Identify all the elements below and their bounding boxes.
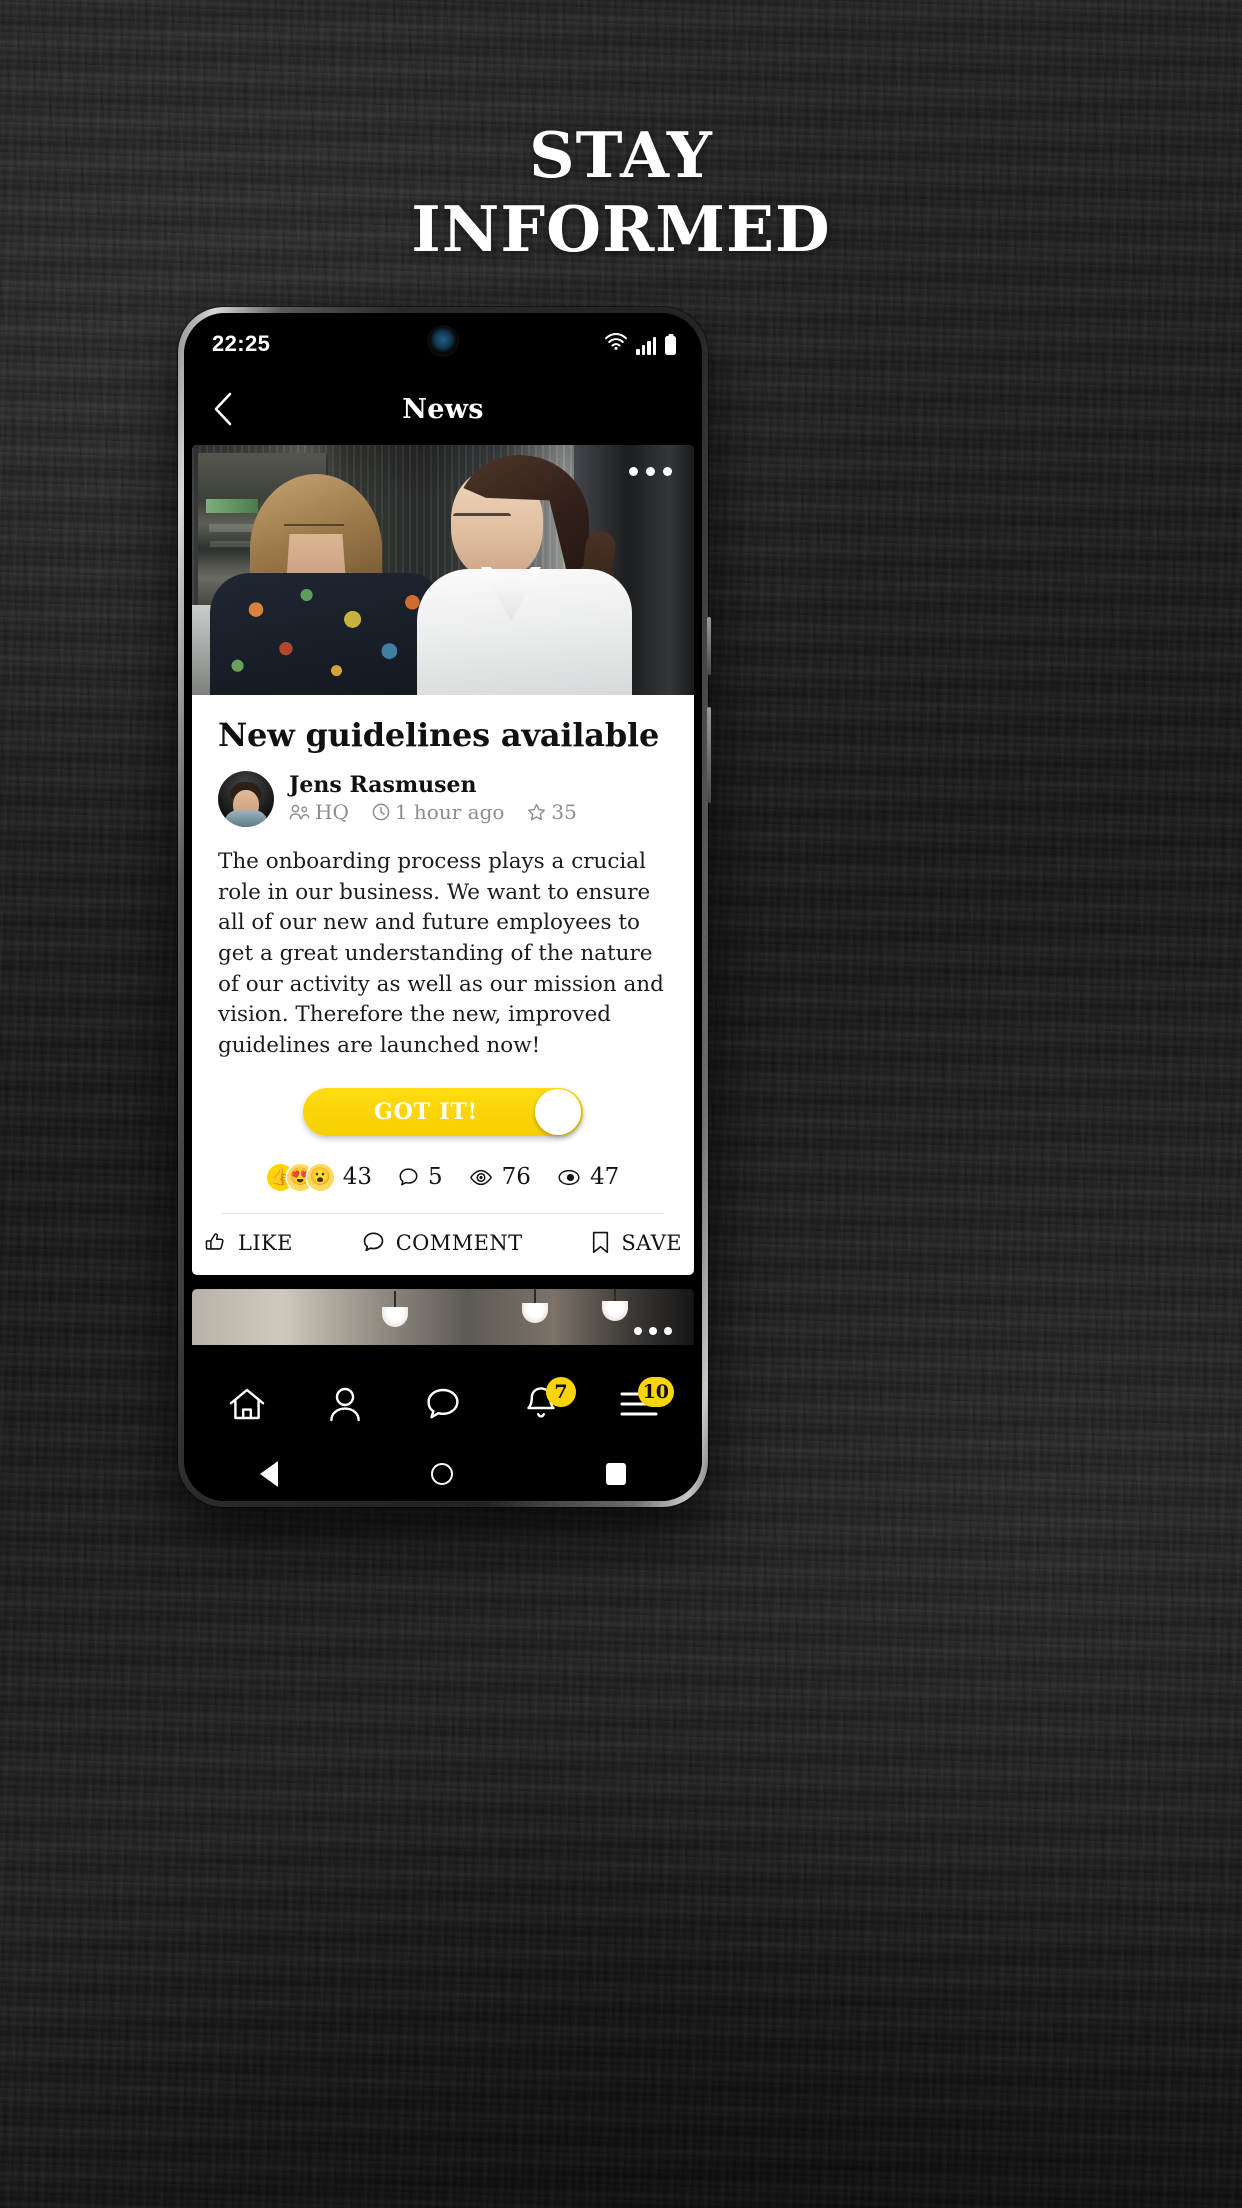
more-horizontal-icon-dot bbox=[663, 467, 672, 476]
meta-star-count: 35 bbox=[551, 800, 577, 825]
like-button[interactable]: LIKE bbox=[204, 1231, 293, 1255]
more-horizontal-icon-dot bbox=[634, 1326, 642, 1335]
views-count[interactable]: 76 bbox=[469, 1164, 531, 1190]
square-recents-icon[interactable] bbox=[605, 1463, 626, 1485]
page-title: News bbox=[402, 393, 484, 425]
circle-home-icon[interactable] bbox=[430, 1463, 453, 1485]
bookmark-icon bbox=[591, 1231, 610, 1254]
like-label: LIKE bbox=[238, 1230, 293, 1255]
triangle-back-icon[interactable] bbox=[260, 1461, 279, 1487]
author-name: Jens Rasmusen bbox=[289, 772, 477, 799]
comments-count[interactable]: 5 bbox=[398, 1164, 443, 1190]
article-text: The onboarding process plays a crucial r… bbox=[218, 848, 664, 1059]
reaction-stats-row: 👍 😍 😮 43 5 76 47 bbox=[218, 1163, 668, 1191]
battery-icon bbox=[665, 336, 676, 355]
avatar[interactable] bbox=[218, 770, 274, 827]
promo-headline: STAY INFORMED bbox=[0, 118, 1242, 267]
reactions-count-label: 43 bbox=[342, 1164, 373, 1191]
status-bar: 22:25 bbox=[184, 313, 702, 375]
read-receipt-icon bbox=[557, 1168, 581, 1187]
hero-person-right bbox=[417, 455, 632, 695]
hero-person-left bbox=[210, 474, 440, 695]
article-more-button[interactable] bbox=[629, 467, 672, 476]
reads-count-label: 47 bbox=[589, 1164, 620, 1191]
got-it-slider-button[interactable]: GOT IT! bbox=[303, 1087, 583, 1136]
android-navigation-bar bbox=[184, 1447, 702, 1501]
comments-count-label: 5 bbox=[428, 1164, 443, 1191]
pendant-lamp bbox=[602, 1300, 628, 1321]
meta-group: HQ bbox=[289, 800, 349, 824]
article-hero-image bbox=[192, 445, 694, 695]
star-icon bbox=[527, 803, 546, 822]
article-body-container: New guidelines available Jens Rasmusen H… bbox=[192, 695, 694, 1214]
home-icon bbox=[228, 1386, 266, 1427]
news-card[interactable]: New guidelines available Jens Rasmusen H… bbox=[192, 445, 694, 1275]
bottom-navigation: 7 10 bbox=[184, 1365, 702, 1447]
slider-knob[interactable] bbox=[535, 1088, 581, 1135]
chevron-left-icon bbox=[213, 392, 233, 426]
sidebar-item-profile[interactable] bbox=[314, 1375, 376, 1437]
menu-badge: 10 bbox=[637, 1377, 674, 1407]
meta-group-label: HQ bbox=[315, 800, 349, 825]
clock-icon bbox=[372, 803, 390, 821]
reactions-count[interactable]: 👍 😍 😮 43 bbox=[266, 1163, 373, 1191]
save-button[interactable]: SAVE bbox=[591, 1231, 682, 1255]
more-horizontal-icon-dot bbox=[646, 467, 655, 476]
phone-side-button-volume bbox=[707, 617, 711, 675]
surprised-emoji: 😮 bbox=[306, 1163, 334, 1191]
eye-icon bbox=[469, 1168, 493, 1187]
status-bar-clock: 22:25 bbox=[212, 331, 271, 356]
signal-bars-icon bbox=[636, 337, 656, 355]
cta-container: GOT IT! bbox=[218, 1087, 668, 1136]
reads-count[interactable]: 47 bbox=[557, 1164, 619, 1190]
news-feed[interactable]: New guidelines available Jens Rasmusen H… bbox=[184, 443, 702, 1501]
chat-bubble-icon bbox=[425, 1387, 461, 1426]
app-bar: News bbox=[184, 375, 702, 443]
got-it-label: GOT IT! bbox=[374, 1098, 478, 1125]
more-horizontal-icon-dot bbox=[649, 1326, 657, 1335]
views-count-label: 76 bbox=[501, 1164, 531, 1191]
comment-button[interactable]: COMMENT bbox=[362, 1231, 523, 1255]
headline-line-1: STAY bbox=[529, 118, 713, 192]
meta-time-label: 1 hour ago bbox=[394, 800, 505, 825]
next-article-more-button[interactable] bbox=[634, 1326, 672, 1335]
meta-time: 1 hour ago bbox=[372, 800, 505, 825]
meta-star: 35 bbox=[527, 800, 577, 825]
article-title: New guidelines available bbox=[218, 716, 660, 754]
next-news-card[interactable] bbox=[192, 1288, 694, 1345]
status-bar-icons bbox=[605, 332, 676, 355]
phone-mockup: 22:25 News New guidelines available Jens… bbox=[178, 307, 711, 1507]
author-row[interactable]: Jens Rasmusen HQ 1 hour ago 35 bbox=[218, 770, 668, 827]
people-icon bbox=[289, 804, 310, 820]
pendant-lamp bbox=[522, 1302, 548, 1323]
phone-screen: 22:25 News New guidelines available Jens… bbox=[184, 313, 702, 1501]
phone-side-button-power bbox=[707, 707, 711, 803]
wifi-icon bbox=[605, 332, 628, 355]
save-label: SAVE bbox=[621, 1230, 682, 1255]
sidebar-item-menu[interactable]: 10 bbox=[608, 1375, 674, 1437]
more-horizontal-icon-dot bbox=[629, 467, 638, 476]
comment-bubble-icon bbox=[398, 1167, 419, 1188]
front-camera-punch-hole bbox=[429, 327, 457, 355]
pendant-lamp bbox=[382, 1306, 408, 1327]
article-meta: HQ 1 hour ago 35 bbox=[289, 800, 577, 824]
notifications-badge: 7 bbox=[546, 1377, 576, 1407]
comment-label: COMMENT bbox=[395, 1230, 523, 1255]
sidebar-item-notifications[interactable]: 7 bbox=[510, 1375, 576, 1437]
emoji-reactions: 👍 😍 😮 bbox=[266, 1163, 334, 1191]
comment-bubble-icon bbox=[362, 1231, 385, 1254]
thumbs-up-icon bbox=[204, 1231, 227, 1254]
author-info: Jens Rasmusen HQ 1 hour ago 35 bbox=[289, 773, 577, 824]
sidebar-item-home[interactable] bbox=[216, 1375, 278, 1437]
headline-line-2: INFORMED bbox=[411, 192, 831, 267]
more-horizontal-icon-dot bbox=[664, 1326, 672, 1335]
sidebar-item-chat[interactable] bbox=[412, 1375, 474, 1437]
article-actions: LIKE COMMENT SAVE bbox=[192, 1214, 694, 1275]
person-icon bbox=[328, 1386, 362, 1427]
back-button[interactable] bbox=[200, 386, 246, 432]
